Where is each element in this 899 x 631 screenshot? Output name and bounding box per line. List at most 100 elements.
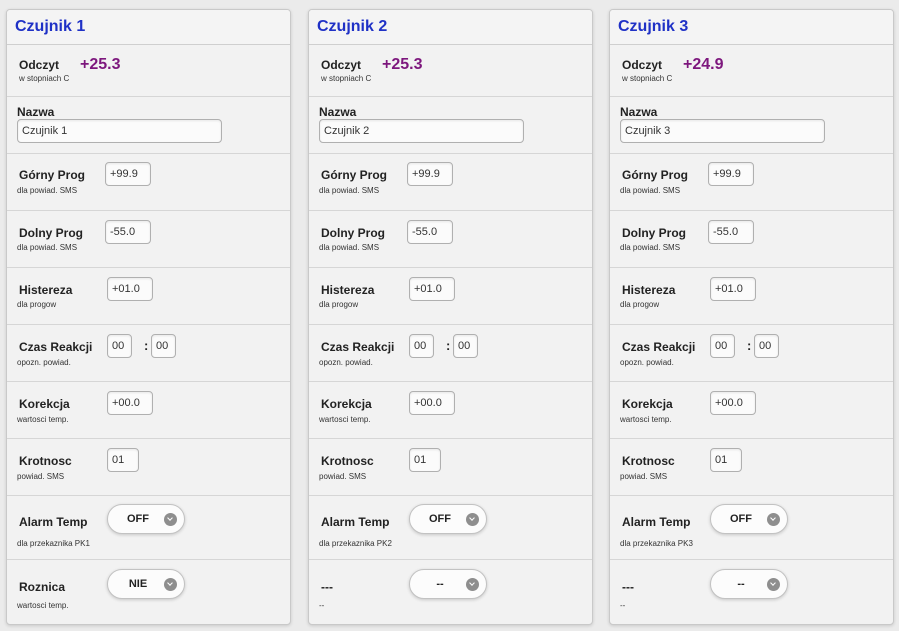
name-label: Nazwa xyxy=(319,105,357,119)
lower-threshold-row: Dolny Prog dla powiad. SMS -55.0 xyxy=(309,211,592,268)
reading-row: Odczyt w stopniach C +25.3 xyxy=(7,45,290,97)
reading-label: Odczyt xyxy=(622,58,663,72)
correction-row: Korekcja wartosci temp. +00.0 xyxy=(610,382,893,439)
repeat-count-sublabel: powiad. SMS xyxy=(620,472,668,481)
reaction-time-row: Czas Reakcji opozn. powiad. 00 : 00 xyxy=(7,325,290,382)
upper-threshold-input[interactable]: +99.9 xyxy=(708,162,754,186)
upper-threshold-row: Górny Prog dla powiad. SMS +99.9 xyxy=(7,154,290,211)
repeat-count-input[interactable]: 01 xyxy=(710,448,742,472)
time-separator: : xyxy=(144,338,149,353)
placeholder-sublabel: -- xyxy=(620,601,626,610)
reaction-time-sublabel: opozn. powiad. xyxy=(620,358,674,367)
placeholder-label: --- xyxy=(622,580,634,594)
chevron-down-icon xyxy=(466,578,479,591)
reaction-time-row: Czas Reakcji opozn. powiad. 00 : 00 xyxy=(610,325,893,382)
hysteresis-input[interactable]: +01.0 xyxy=(710,277,756,301)
lower-threshold-input[interactable]: -55.0 xyxy=(105,220,151,244)
upper-threshold-label: Górny Prog xyxy=(622,168,689,182)
lower-threshold-sublabel: dla powiad. SMS xyxy=(319,243,380,252)
reading-row: Odczyt w stopniach C +25.3 xyxy=(309,45,592,97)
correction-input[interactable]: +00.0 xyxy=(107,391,153,415)
correction-input[interactable]: +00.0 xyxy=(409,391,455,415)
lower-threshold-row: Dolny Prog dla powiad. SMS -55.0 xyxy=(610,211,893,268)
chevron-down-icon xyxy=(466,513,479,526)
alarm-temp-sublabel: dla przekaznika PK1 xyxy=(17,539,90,548)
difference-select[interactable]: NIE xyxy=(107,569,185,599)
reaction-seconds-input[interactable]: 00 xyxy=(151,334,176,358)
lower-threshold-input[interactable]: -55.0 xyxy=(708,220,754,244)
correction-label: Korekcja xyxy=(19,397,70,411)
hysteresis-label: Histereza xyxy=(321,283,375,297)
alarm-temp-select[interactable]: OFF xyxy=(710,504,788,534)
placeholder-value: -- xyxy=(737,578,745,590)
alarm-temp-label: Alarm Temp xyxy=(622,515,691,529)
hysteresis-sublabel: dla progow xyxy=(620,300,660,309)
hysteresis-input[interactable]: +01.0 xyxy=(409,277,455,301)
temperature-reading: +24.9 xyxy=(683,56,724,73)
repeat-count-row: Krotnosc powiad. SMS 01 xyxy=(610,439,893,496)
correction-row: Korekcja wartosci temp. +00.0 xyxy=(309,382,592,439)
upper-threshold-input[interactable]: +99.9 xyxy=(407,162,453,186)
alarm-temp-select[interactable]: OFF xyxy=(409,504,487,534)
placeholder-row: --- -- -- xyxy=(309,560,592,624)
name-label: Nazwa xyxy=(17,105,55,119)
alarm-temp-select[interactable]: OFF xyxy=(107,504,185,534)
placeholder-select[interactable]: -- xyxy=(710,569,788,599)
name-input[interactable]: Czujnik 1 xyxy=(17,119,222,143)
name-row: Nazwa Czujnik 3 xyxy=(610,97,893,154)
difference-row: Roznica wartosci temp. NIE xyxy=(7,560,290,624)
placeholder-row: --- -- -- xyxy=(610,560,893,624)
lower-threshold-sublabel: dla powiad. SMS xyxy=(620,243,681,252)
panel-title: Czujnik 3 xyxy=(610,10,893,45)
temperature-reading: +25.3 xyxy=(382,56,423,73)
alarm-temp-label: Alarm Temp xyxy=(321,515,390,529)
reaction-time-label: Czas Reakcji xyxy=(19,340,93,354)
correction-label: Korekcja xyxy=(622,397,673,411)
upper-threshold-label: Górny Prog xyxy=(321,168,388,182)
upper-threshold-sublabel: dla powiad. SMS xyxy=(17,186,78,195)
placeholder-select[interactable]: -- xyxy=(409,569,487,599)
reaction-seconds-input[interactable]: 00 xyxy=(453,334,478,358)
reaction-time-label: Czas Reakcji xyxy=(622,340,696,354)
lower-threshold-input[interactable]: -55.0 xyxy=(407,220,453,244)
reaction-time-label: Czas Reakcji xyxy=(321,340,395,354)
repeat-count-label: Krotnosc xyxy=(622,454,675,468)
reaction-minutes-input[interactable]: 00 xyxy=(107,334,132,358)
lower-threshold-label: Dolny Prog xyxy=(321,226,386,240)
hysteresis-input[interactable]: +01.0 xyxy=(107,277,153,301)
upper-threshold-input[interactable]: +99.9 xyxy=(105,162,151,186)
correction-input[interactable]: +00.0 xyxy=(710,391,756,415)
name-input[interactable]: Czujnik 3 xyxy=(620,119,825,143)
repeat-count-input[interactable]: 01 xyxy=(409,448,441,472)
name-row: Nazwa Czujnik 2 xyxy=(309,97,592,154)
lower-threshold-row: Dolny Prog dla powiad. SMS -55.0 xyxy=(7,211,290,268)
alarm-temp-value: OFF xyxy=(127,513,149,525)
correction-label: Korekcja xyxy=(321,397,372,411)
alarm-temp-label: Alarm Temp xyxy=(19,515,88,529)
reaction-minutes-input[interactable]: 00 xyxy=(409,334,434,358)
chevron-down-icon xyxy=(767,513,780,526)
reading-label: Odczyt xyxy=(321,58,362,72)
reading-sublabel: w stopniach C xyxy=(19,74,70,83)
lower-threshold-sublabel: dla powiad. SMS xyxy=(17,243,78,252)
lower-threshold-label: Dolny Prog xyxy=(19,226,84,240)
alarm-temp-sublabel: dla przekaznika PK2 xyxy=(319,539,392,548)
repeat-count-input[interactable]: 01 xyxy=(107,448,139,472)
repeat-count-row: Krotnosc powiad. SMS 01 xyxy=(309,439,592,496)
panel-title: Czujnik 1 xyxy=(7,10,290,45)
upper-threshold-row: Górny Prog dla powiad. SMS +99.9 xyxy=(309,154,592,211)
alarm-temp-value: OFF xyxy=(730,513,752,525)
reaction-seconds-input[interactable]: 00 xyxy=(754,334,779,358)
placeholder-value: -- xyxy=(436,578,444,590)
time-separator: : xyxy=(747,338,752,353)
name-input[interactable]: Czujnik 2 xyxy=(319,119,524,143)
repeat-count-row: Krotnosc powiad. SMS 01 xyxy=(7,439,290,496)
correction-sublabel: wartosci temp. xyxy=(620,415,672,424)
reaction-minutes-input[interactable]: 00 xyxy=(710,334,735,358)
reading-row: Odczyt w stopniach C +24.9 xyxy=(610,45,893,97)
temperature-reading: +25.3 xyxy=(80,56,121,73)
difference-label: Roznica xyxy=(19,580,66,594)
correction-sublabel: wartosci temp. xyxy=(319,415,371,424)
reading-label: Odczyt xyxy=(19,58,60,72)
sensor-panel-3: Czujnik 3 Odczyt w stopniach C +24.9 Naz… xyxy=(609,9,894,625)
